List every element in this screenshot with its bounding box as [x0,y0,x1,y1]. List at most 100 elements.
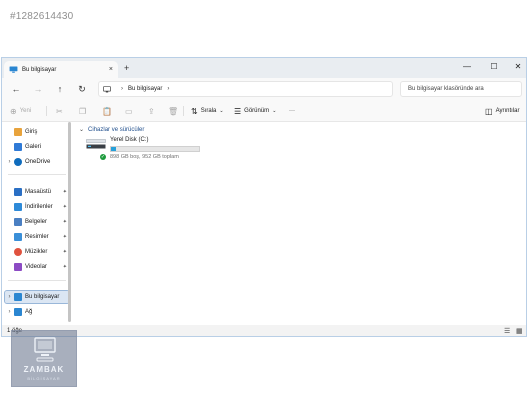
nav-item-onedrive[interactable]: › OneDrive [5,156,69,168]
share-button[interactable]: ⇪ [148,105,158,117]
pin-icon: ✦ [62,189,67,195]
nav-item-network[interactable]: › Ağ [5,306,69,318]
view-icon: ☰ [234,106,242,116]
documents-icon [14,218,22,226]
computer-emblem-icon [34,337,56,362]
chevron-right-icon[interactable]: › [5,159,14,165]
view-button[interactable]: ☰ Görünüm ⌄ [234,105,276,117]
network-icon [14,308,22,316]
title-bar: Bu bilgisayar × + — ☐ ✕ [2,58,526,78]
rename-icon: ▭ [125,106,133,116]
main-pane: ⌄ Cihazlar ve sürücüler Yerel Disk (C:) … [74,122,526,325]
sort-button[interactable]: ⇅ Sırala ⌄ [191,105,224,117]
new-label: Yeni [19,108,32,114]
nav-item-desktop[interactable]: Masaüstü ✦ [5,186,69,198]
refresh-button[interactable]: ↻ [76,83,88,95]
nav-item-videos[interactable]: Videolar ✦ [5,261,69,273]
scissors-icon: ✂ [56,106,63,116]
chevron-down-icon: ⌄ [79,127,85,133]
chevron-down-icon: ⌄ [272,108,277,114]
drive-item-c[interactable]: Yerel Disk (C:) ✓ 898 GB boş, 952 GB top… [86,136,206,166]
nav-item-home[interactable]: Giriş [5,126,69,138]
desktop-icon [14,188,22,196]
delete-button[interactable]: 🗑 [168,105,181,117]
check-icon: ✓ [100,154,106,160]
address-field[interactable]: › Bu bilgisayar › [98,81,393,97]
more-options-button[interactable]: ··· [289,105,295,117]
nav-item-pictures[interactable]: Resimler ✦ [5,231,69,243]
details-label: Ayrıntılar [495,108,520,114]
copy-icon: ❐ [79,106,87,116]
group-header-devices[interactable]: ⌄ Cihazlar ve sürücüler [79,126,145,134]
search-input[interactable]: Bu bilgisayar klasöründe ara [400,81,522,97]
nav-item-downloads[interactable]: İndirilenler ✦ [5,201,69,213]
details-view-icon[interactable]: ☰ [504,327,510,335]
nav-item-label: Resimler [25,234,49,240]
pin-icon: ✦ [62,204,67,210]
cloud-icon [14,158,22,166]
group-title: Cihazlar ve sürücüler [88,126,145,133]
trash-icon: 🗑 [168,106,179,116]
download-icon [14,203,22,211]
nav-item-label: Videolar [25,264,47,270]
nav-divider [8,280,66,281]
chevron-down-icon: ⌄ [219,108,224,114]
chevron-right-icon[interactable]: › [5,294,14,300]
tiles-view-icon[interactable]: ▦ [516,327,523,335]
new-button[interactable]: ⊕ Yeni [10,105,31,117]
computer-icon [9,66,18,73]
nav-scrollbar[interactable] [68,122,71,322]
drive-usage-bar [110,146,200,152]
status-bar: 1 öğe ☰ ▦ [2,325,526,336]
music-icon [14,248,22,256]
breadcrumb-this-pc[interactable]: Bu bilgisayar [128,86,162,92]
rename-button[interactable]: ▭ [125,105,136,117]
up-button[interactable]: ↑ [54,83,66,95]
drive-space: 898 GB boş, 952 GB toplam [110,154,179,160]
watermark-brand: ZAMBAK [23,365,65,374]
pin-icon: ✦ [62,234,67,240]
computer-icon [103,85,111,92]
computer-icon [14,293,22,301]
content-area: Giriş Galeri › OneDrive Masaüstü ✦ İndir… [2,122,526,325]
divider [46,106,47,116]
nav-item-documents[interactable]: Belgeler ✦ [5,216,69,228]
chevron-right-icon[interactable]: › [5,309,14,315]
details-pane-icon: ◫ [485,106,493,116]
new-tab-button[interactable]: + [124,63,129,73]
tab-this-pc[interactable]: Bu bilgisayar × [4,61,118,78]
gallery-icon [14,143,22,151]
pictures-icon [14,233,22,241]
navigation-pane: Giriş Galeri › OneDrive Masaüstü ✦ İndir… [2,122,72,325]
nav-item-label: Galeri [25,144,42,150]
watermark-sub: BİLGİSAYAR [27,376,61,381]
nav-item-gallery[interactable]: Galeri [5,141,69,153]
pin-icon: ✦ [62,264,67,270]
paste-icon: 📋 [102,106,112,116]
nav-item-music[interactable]: Müzikler ✦ [5,246,69,258]
drive-usage-fill [111,147,117,151]
nav-item-this-pc[interactable]: › Bu bilgisayar [4,290,70,304]
forward-button[interactable]: → [32,83,44,95]
nav-item-label: Ağ [25,309,33,315]
maximize-button[interactable]: ☐ [486,61,502,73]
nav-item-label: Masaüstü [25,189,52,195]
share-icon: ⇪ [148,106,155,116]
nav-item-label: OneDrive [25,159,51,165]
view-label: Görünüm [244,108,270,114]
copy-button[interactable]: ❐ [79,105,89,117]
minimize-button[interactable]: — [459,61,475,73]
details-button[interactable]: ◫ Ayrıntılar [485,105,519,117]
paste-button[interactable]: 📋 [102,105,115,117]
back-button[interactable]: ← [10,83,22,95]
page: #1282614430 Bu bilgisayar × + — ☐ ✕ ← → … [0,0,528,396]
pin-icon: ✦ [62,219,67,225]
watermark-logo: ZAMBAK BİLGİSAYAR [11,330,77,387]
close-window-button[interactable]: ✕ [510,61,526,73]
tab-close-button[interactable]: × [109,66,113,73]
nav-divider [8,174,66,175]
cut-button[interactable]: ✂ [56,105,66,117]
nav-item-label: İndirilenler [25,204,53,210]
nav-item-label: Müzikler [25,249,48,255]
drive-name: Yerel Disk (C:) [110,137,149,143]
